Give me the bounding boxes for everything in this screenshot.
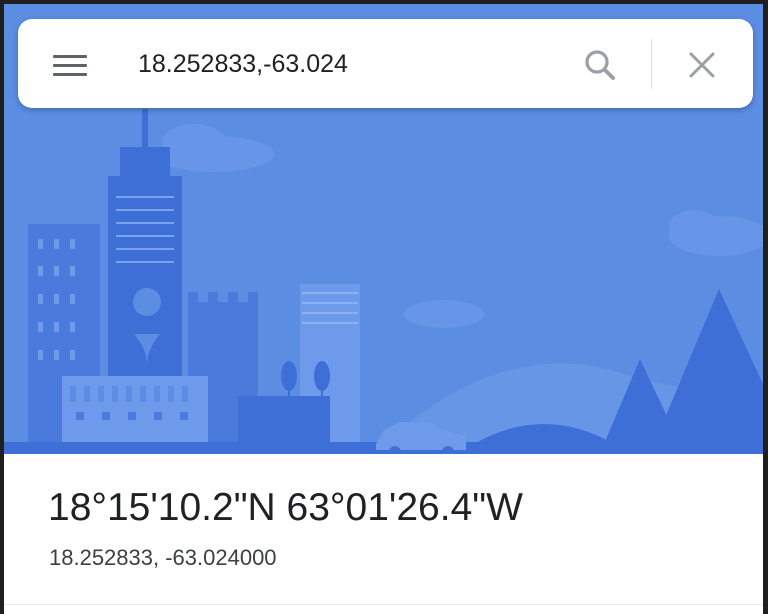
search-bar: [18, 19, 753, 108]
search-icon: [585, 50, 615, 80]
window-frame: 18°15'10.2"N 63°01'26.4"W 18.252833, -63…: [0, 0, 768, 614]
search-input[interactable]: [138, 43, 568, 85]
menu-icon-line: [53, 64, 87, 67]
menu-button[interactable]: [48, 45, 88, 85]
search-button[interactable]: [580, 45, 620, 85]
menu-icon-line: [53, 73, 87, 76]
place-subtitle-decimal: 18.252833, -63.024000: [49, 545, 277, 570]
divider: [651, 39, 652, 89]
close-button[interactable]: [682, 45, 722, 85]
divider-bottom: [4, 604, 763, 605]
place-panel: 18°15'10.2"N 63°01'26.4"W 18.252833, -63…: [4, 4, 763, 614]
menu-icon: [53, 55, 87, 58]
close-icon: [689, 52, 715, 78]
place-title-dms: 18°15'10.2"N 63°01'26.4"W: [48, 486, 523, 529]
